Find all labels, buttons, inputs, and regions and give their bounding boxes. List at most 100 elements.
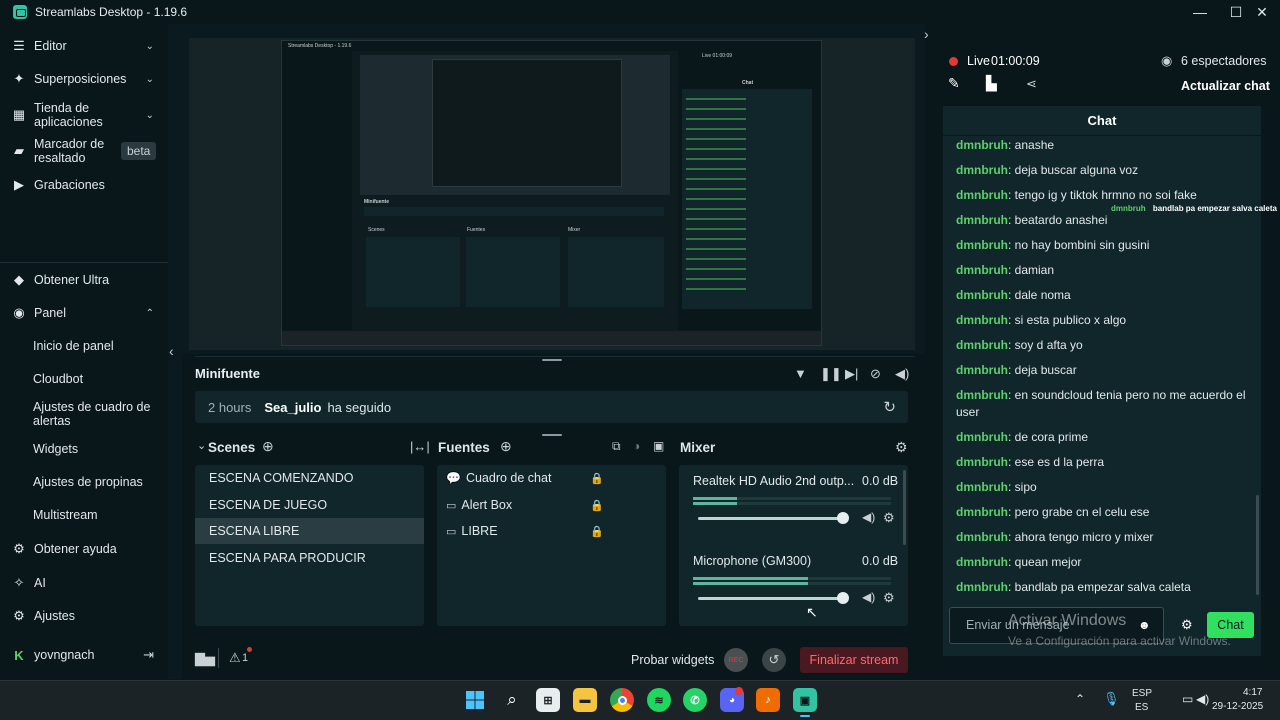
chat-username[interactable]: dmnbruh: [956, 213, 1008, 227]
mixer-scrollbar[interactable]: [903, 470, 906, 545]
chat-username[interactable]: dmnbruh: [956, 288, 1008, 302]
scene-item[interactable]: ESCENA PARA PRODUCIR: [195, 545, 424, 571]
resize-handle[interactable]: [542, 359, 562, 361]
speaker-tray-icon[interactable]: ◀): [1196, 692, 1209, 706]
sidebar-item-superposiciones[interactable]: ✦ Superposiciones ⌄: [0, 70, 168, 88]
sidebar-subitem-cloudbot[interactable]: Cloudbot: [33, 372, 83, 386]
collapse-right-icon[interactable]: ›: [924, 26, 929, 42]
sidebar-item-tienda[interactable]: ▦ Tienda de aplicaciones ⌄: [0, 100, 168, 130]
clock-time[interactable]: 4:17: [1243, 687, 1262, 698]
store-app-icon[interactable]: ⊞: [536, 688, 560, 712]
refresh-chat-button[interactable]: Actualizar chat: [1181, 79, 1270, 93]
sidebar-subitem-inicio[interactable]: Inicio de panel: [33, 339, 114, 353]
whatsapp-icon[interactable]: ✆: [683, 688, 707, 712]
chat-username[interactable]: dmnbruh: [956, 363, 1008, 377]
share-stream-icon[interactable]: ▙: [986, 75, 997, 92]
edit-icon[interactable]: ✎: [948, 75, 960, 92]
chat-settings-icon[interactable]: ⚙: [1181, 617, 1193, 633]
sidebar-item-ai[interactable]: ✧ AI: [0, 574, 168, 592]
sidebar-item-ayuda[interactable]: ⚙ Obtener ayuda: [0, 540, 168, 558]
chat-username[interactable]: dmnbruh: [956, 188, 1008, 202]
streamlabs-taskbar-icon[interactable]: ▣: [793, 688, 817, 712]
chat-username[interactable]: dmnbruh: [956, 263, 1008, 277]
chat-username[interactable]: dmnbruh: [956, 580, 1008, 594]
probar-widgets-label[interactable]: Probar widgets: [631, 653, 714, 667]
chat-username[interactable]: dmnbruh: [956, 530, 1008, 544]
sidebar-subitem-multistream[interactable]: Multistream: [33, 508, 98, 522]
transition-icon[interactable]: |↔|: [410, 439, 430, 454]
channel-settings-icon[interactable]: ⚙: [883, 510, 895, 526]
scene-item-selected[interactable]: ESCENA LIBRE: [195, 518, 424, 544]
source-item[interactable]: ▭ Alert Box 🔒: [437, 492, 666, 518]
replay-icon[interactable]: ↻: [883, 398, 896, 416]
filter-icon[interactable]: ▼: [794, 366, 807, 381]
sidebar-item-ajustes[interactable]: ⚙ Ajustes: [0, 607, 168, 625]
collapse-left-icon[interactable]: ‹: [169, 343, 174, 359]
close-button[interactable]: ✕: [1242, 0, 1280, 24]
skip-icon[interactable]: ▶|: [845, 366, 858, 382]
minimize-button[interactable]: —: [1180, 0, 1220, 24]
scene-item[interactable]: ESCENA DE JUEGO: [195, 492, 424, 518]
chrome-icon[interactable]: [610, 688, 634, 712]
sidebar-item-grabaciones[interactable]: ▶ Grabaciones: [0, 176, 168, 194]
speaker-icon[interactable]: ◀): [862, 510, 875, 524]
stats-icon[interactable]: ▇▅: [195, 651, 215, 667]
search-icon[interactable]: ⌕: [500, 688, 524, 712]
tray-chevron-up-icon[interactable]: ⌃: [1075, 692, 1085, 706]
chat-username[interactable]: dmnbruh: [956, 313, 1008, 327]
emoji-icon[interactable]: ☻: [1138, 618, 1151, 632]
rec-button[interactable]: REC: [724, 648, 748, 672]
network-icon[interactable]: ▭: [1182, 692, 1193, 706]
folder-icon[interactable]: ▣: [653, 439, 664, 453]
sidebar-item-editor[interactable]: ☰ Editor ⌄: [0, 37, 168, 55]
chat-scrollbar[interactable]: [1256, 495, 1259, 595]
sidebar-subitem-widgets[interactable]: Widgets: [33, 442, 78, 456]
scene-item[interactable]: ESCENA COMENZANDO: [195, 465, 424, 491]
add-scene-icon[interactable]: ⊕: [262, 438, 274, 455]
chat-username[interactable]: dmnbruh: [956, 430, 1008, 444]
volume-icon[interactable]: ◀): [895, 366, 909, 382]
chat-username[interactable]: dmnbruh: [956, 455, 1008, 469]
clock-date[interactable]: 29-12-2025: [1212, 701, 1263, 712]
chat-username[interactable]: dmnbruh: [956, 480, 1008, 494]
pause-icon[interactable]: ❚❚: [820, 366, 842, 382]
chat-username[interactable]: dmnbruh: [956, 238, 1008, 252]
replay-buffer-icon[interactable]: ↺: [762, 648, 786, 672]
volume-slider[interactable]: [698, 517, 843, 520]
language-top[interactable]: ESP: [1132, 688, 1152, 699]
sidebar-item-panel[interactable]: ◉ Panel ⌃: [0, 304, 168, 322]
chat-username[interactable]: dmnbruh: [956, 163, 1008, 177]
volume-slider-knob[interactable]: [837, 512, 849, 524]
sidebar-subitem-alertas[interactable]: Ajustes de cuadro de alertas: [33, 400, 153, 428]
source-visibility-icon[interactable]: ◑: [633, 439, 640, 453]
source-item[interactable]: 💬 Cuadro de chat 🔒: [437, 465, 666, 491]
fl-studio-icon[interactable]: ♪: [756, 688, 780, 712]
microphone-icon[interactable]: 🎙: [1103, 691, 1120, 707]
mixer-settings-icon[interactable]: ⚙: [895, 439, 908, 456]
speaker-icon[interactable]: ◀): [862, 590, 875, 604]
sidebar-subitem-propinas[interactable]: Ajustes de propinas: [33, 475, 143, 489]
logout-icon[interactable]: ⇥: [143, 647, 154, 663]
volume-slider-knob[interactable]: [837, 592, 849, 604]
chevron-down-icon[interactable]: ⌄: [197, 439, 206, 452]
spotify-icon[interactable]: ≋: [647, 688, 671, 712]
sidebar-item-obtener-ultra[interactable]: ◆ Obtener Ultra: [0, 271, 168, 289]
source-item[interactable]: ▭ LIBRE 🔒: [437, 518, 666, 544]
chat-username[interactable]: dmnbruh: [956, 138, 1008, 152]
lock-icon[interactable]: 🔒: [590, 499, 604, 512]
source-group-icon[interactable]: ⧉: [612, 439, 621, 454]
chat-username[interactable]: dmnbruh: [956, 388, 1008, 402]
add-source-icon[interactable]: ⊕: [500, 438, 512, 455]
resize-handle-2[interactable]: [542, 434, 562, 436]
windows-start-icon[interactable]: [463, 688, 487, 712]
file-explorer-icon[interactable]: ▬: [573, 688, 597, 712]
warning-icon[interactable]: ⚠: [229, 650, 241, 666]
channel-settings-icon[interactable]: ⚙: [883, 590, 895, 606]
chat-username[interactable]: dmnbruh: [956, 555, 1008, 569]
volume-slider[interactable]: [698, 597, 843, 600]
lock-icon[interactable]: 🔒: [590, 472, 604, 485]
mute-alerts-icon[interactable]: ⊘: [870, 366, 881, 382]
lock-icon[interactable]: 🔒: [590, 525, 604, 538]
chat-username[interactable]: dmnbruh: [956, 505, 1008, 519]
sidebar-user[interactable]: K yovngnach ⇥: [0, 646, 168, 664]
